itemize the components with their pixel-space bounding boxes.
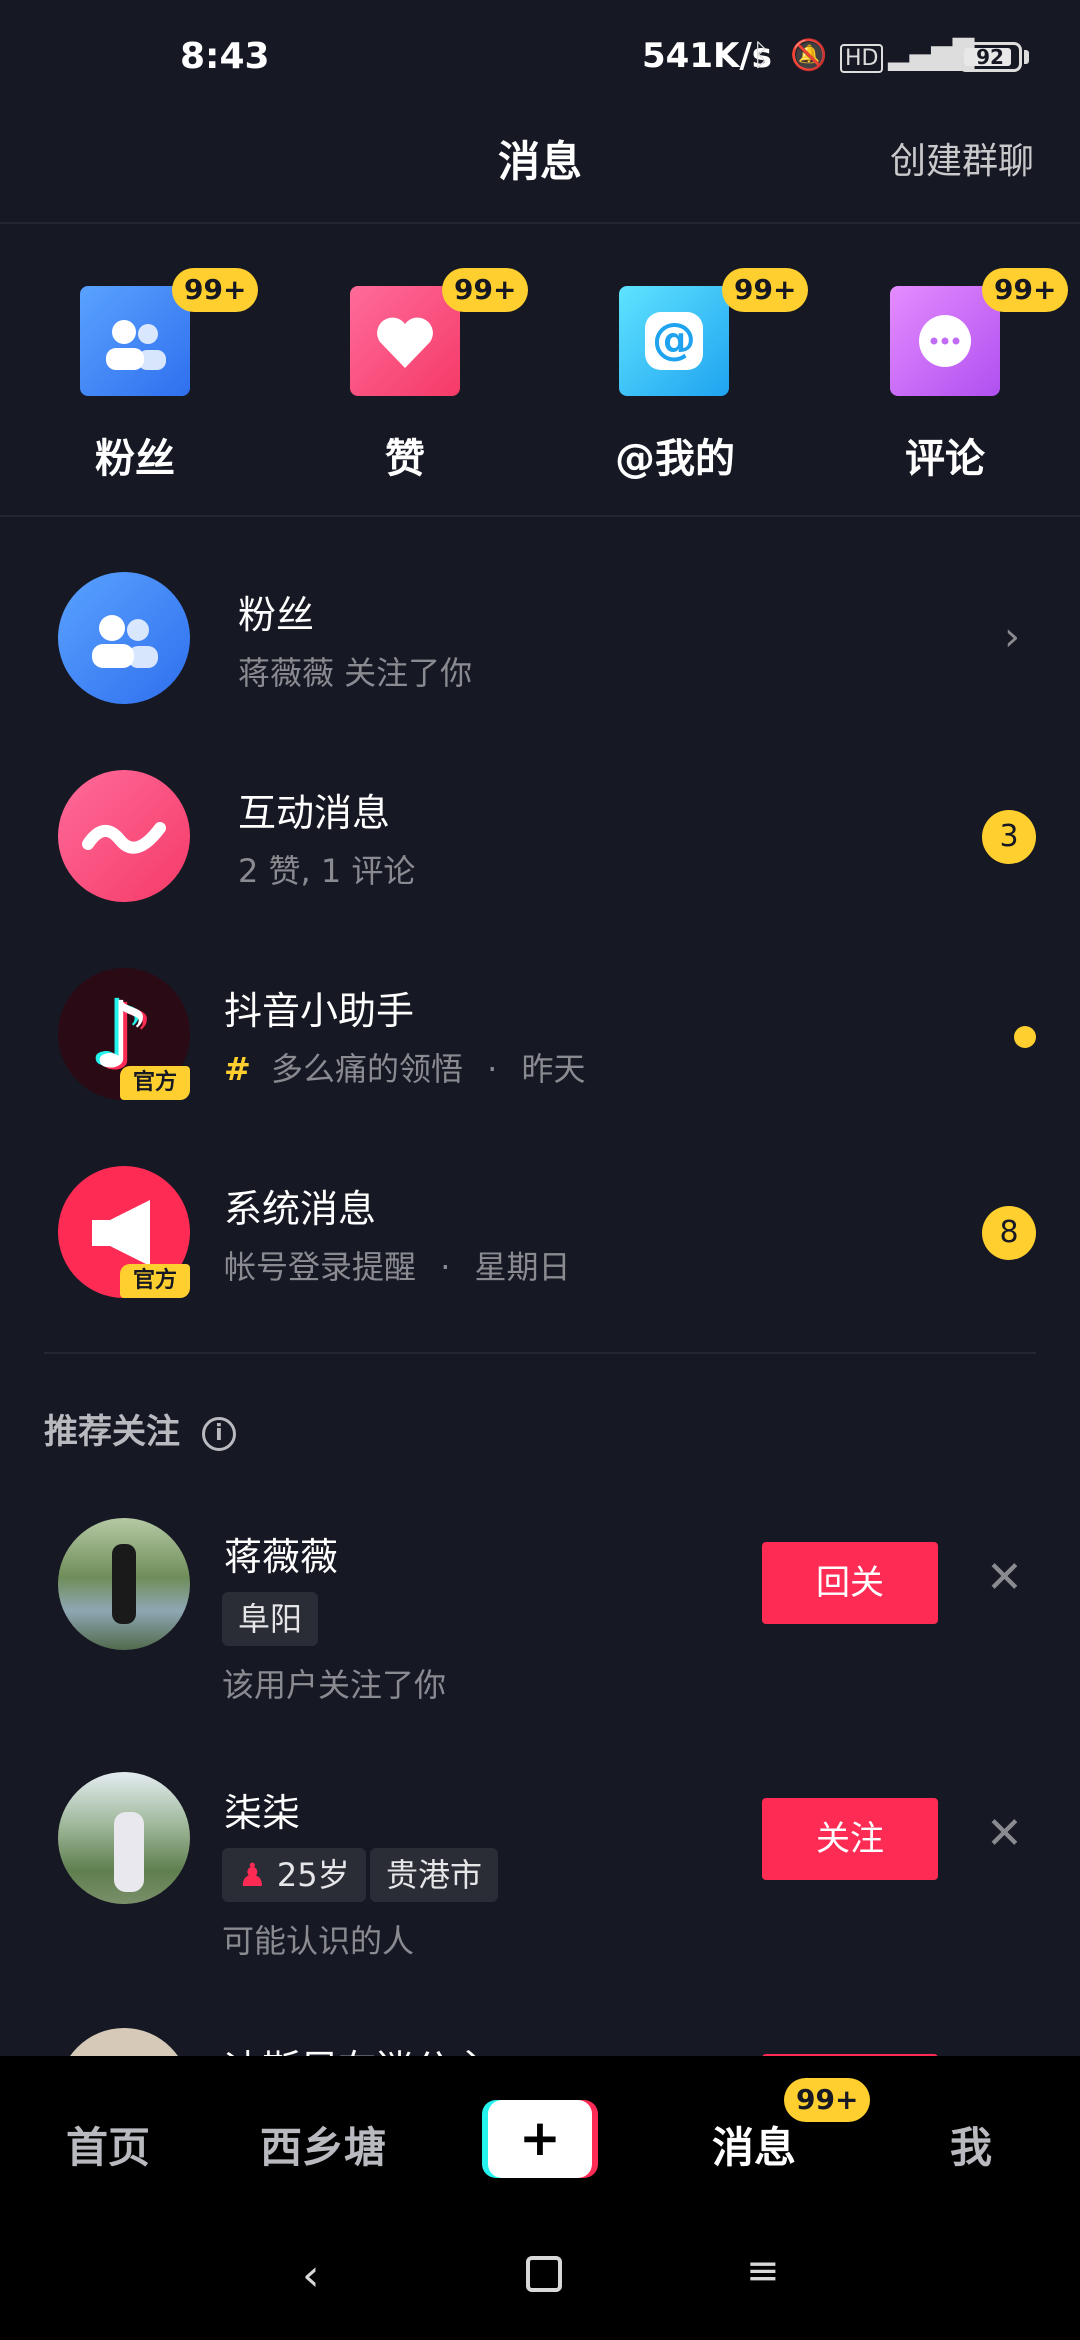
messages-nav-badge: 99+ (784, 2078, 871, 2122)
like-badge: 99+ (442, 268, 529, 312)
user-name[interactable]: 柒柒 (224, 1782, 300, 1837)
avatar-figure (114, 1812, 144, 1892)
official-badge: 官方 (120, 1264, 190, 1298)
comment-shortcut-button[interactable] (890, 286, 1000, 396)
list-item-title: 互动消息 (238, 791, 391, 835)
battery-icon: 92 (958, 42, 1022, 72)
fans-shortcut-label: 粉丝 (95, 436, 175, 482)
list-divider (44, 1352, 1036, 1354)
info-icon[interactable]: i (201, 1416, 236, 1451)
interaction-avatar (58, 770, 190, 902)
comment-badge: 99+ (982, 268, 1069, 312)
create-post-button[interactable]: + (482, 2100, 598, 2178)
recommend-section-title: 推荐关注 i (44, 1404, 236, 1453)
list-item-subtitle-row: 帐号登录提醒 · 星期日 (224, 1242, 571, 1288)
fans-avatar (58, 572, 190, 704)
hashtag-icon: # (224, 1050, 251, 1088)
female-icon: ♟ (238, 1856, 267, 1894)
list-item-subtitle: 帐号登录提醒 (224, 1248, 417, 1286)
fans-badge: 99+ (172, 268, 259, 312)
status-time: 8:43 (180, 36, 270, 77)
list-item-title: 抖音小助手 (224, 989, 415, 1033)
separator-dot: · (487, 1050, 498, 1088)
home-icon[interactable] (526, 2256, 562, 2292)
list-item-fans[interactable]: 粉丝 蒋薇薇 关注了你 › (0, 560, 1080, 720)
list-item-title: 粉丝 (238, 593, 315, 637)
at-icon: @ (645, 312, 703, 370)
avatar-figure (112, 1544, 136, 1624)
follow-button[interactable]: 关注 (762, 1798, 938, 1880)
user-avatar[interactable] (58, 1518, 190, 1650)
recommend-user-row: 蒋薇薇 阜阳 该用户关注了你 回关 ✕ (0, 1500, 1080, 1720)
close-icon[interactable]: ✕ (986, 1808, 1023, 1859)
bottom-nav (0, 2056, 1080, 2340)
age-text: 25岁 (276, 1856, 350, 1894)
follow-back-button[interactable]: 回关 (762, 1542, 938, 1624)
nav-local[interactable]: 西乡塘 (260, 2114, 386, 2175)
list-item-subtitle: 蒋薇薇 关注了你 (238, 654, 473, 692)
list-item-time: 昨天 (521, 1050, 586, 1088)
user-avatar[interactable] (58, 2028, 190, 2056)
list-item-interaction[interactable]: 互动消息 2 赞, 1 评论 3 (0, 758, 1080, 918)
close-icon[interactable]: ✕ (986, 1552, 1023, 1603)
recommend-title-text: 推荐关注 (44, 1412, 180, 1452)
user-avatar[interactable] (58, 1772, 190, 1904)
chevron-right-icon: › (1004, 614, 1020, 660)
recommend-user-row: 迪斯尼布迷公主 (0, 2012, 1080, 2056)
list-item-subtitle: 2 赞, 1 评论 (238, 852, 416, 890)
comment-icon (919, 315, 971, 367)
age-tag: ♟ 25岁 (222, 1848, 366, 1902)
user-name[interactable]: 蒋薇薇 (224, 1526, 338, 1581)
mention-shortcut-button[interactable]: @ (619, 286, 729, 396)
location-tag: 贵港市 (370, 1848, 499, 1902)
fans-shortcut-button[interactable] (80, 286, 190, 396)
nav-me[interactable]: 我 (950, 2114, 992, 2175)
status-bar: 8:43 541K/s ᛒ 🔕 HD ▂▄▆█ 92 (0, 0, 1080, 110)
heart-icon (377, 317, 433, 368)
unread-count-badge: 8 (982, 1206, 1036, 1260)
mention-shortcut-label: @我的 (615, 436, 735, 482)
header-divider (0, 222, 1080, 224)
separator-dot: · (440, 1248, 451, 1286)
location-tag: 阜阳 (222, 1592, 319, 1646)
menu-icon[interactable]: ≡ (746, 2248, 780, 2294)
like-shortcut-label: 赞 (385, 436, 425, 482)
nav-home[interactable]: 首页 (66, 2114, 150, 2175)
battery-level: 92 (976, 45, 1004, 69)
wave-icon (82, 822, 166, 854)
like-shortcut-button[interactable] (350, 286, 460, 396)
mute-bell-icon: 🔕 (790, 38, 828, 73)
recommend-user-row: 柒柒 ♟ 25岁 贵港市 可能认识的人 关注 ✕ (0, 1756, 1080, 1976)
bluetooth-icon: ᛒ (752, 38, 770, 73)
fans-icon (92, 615, 158, 668)
fans-icon (106, 320, 166, 370)
official-badge: 官方 (120, 1066, 190, 1100)
hd-icon: HD (840, 44, 884, 73)
create-group-button[interactable]: 创建群聊 (890, 132, 1034, 184)
list-item-subtitle: 多么痛的领悟 (270, 1050, 463, 1088)
shortcuts-divider (0, 515, 1080, 517)
unread-count-badge: 3 (982, 810, 1036, 864)
unread-dot (1014, 1026, 1036, 1048)
comment-shortcut-label: 评论 (905, 436, 985, 482)
battery-tip (1024, 50, 1029, 64)
list-item-assistant[interactable]: ♪ 官方 抖音小助手 # 多么痛的领悟 · 昨天 (0, 956, 1080, 1116)
user-name[interactable]: 迪斯尼布迷公主 (224, 2038, 490, 2056)
list-item-time: 星期日 (474, 1248, 571, 1286)
mention-badge: 99+ (722, 268, 809, 312)
nav-messages[interactable]: 消息 (712, 2114, 796, 2175)
back-icon[interactable]: ‹ (302, 2250, 320, 2301)
list-item-subtitle-row: # 多么痛的领悟 · 昨天 (224, 1044, 586, 1090)
list-item-title: 系统消息 (224, 1187, 377, 1231)
user-note: 可能认识的人 (222, 1922, 415, 1960)
user-note: 该用户关注了你 (222, 1666, 447, 1704)
plus-icon: + (488, 2100, 592, 2178)
list-item-system[interactable]: 官方 系统消息 帐号登录提醒 · 星期日 8 (0, 1154, 1080, 1314)
